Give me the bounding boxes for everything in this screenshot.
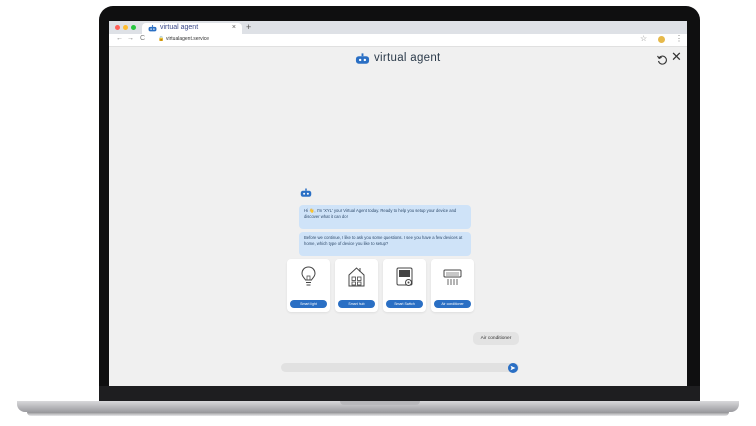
close-icon[interactable]: ✕ xyxy=(671,49,682,65)
lightbulb-icon xyxy=(301,266,316,286)
laptop-screen: virtual agent × + ← → C 🔒 virtualagent.s… xyxy=(109,21,687,386)
reset-icon[interactable] xyxy=(657,55,667,65)
smart-switch-icon xyxy=(396,267,413,286)
device-options: Smart light Smart hub Smart Switch Air c… xyxy=(287,259,479,313)
chat-input[interactable] xyxy=(281,363,519,372)
laptop-notch xyxy=(340,401,420,405)
close-window-dot[interactable] xyxy=(115,25,120,30)
robot-icon xyxy=(148,25,157,32)
user-message: Air conditioner xyxy=(473,332,519,345)
option-card-smart-switch[interactable]: Smart Switch xyxy=(383,259,426,312)
bot-message: Hi 👋, I'm 'XYL' your Virtual Agent today… xyxy=(299,205,471,229)
air-conditioner-icon xyxy=(443,269,462,285)
bot-message: Before we continue, I like to ask you so… xyxy=(299,232,471,256)
browser-tab-bar: virtual agent × + xyxy=(109,21,687,34)
bot-avatar-icon xyxy=(300,188,312,197)
select-smart-switch-button[interactable]: Smart Switch xyxy=(386,300,423,308)
laptop-chin xyxy=(99,386,700,401)
forward-arrow-icon[interactable]: → xyxy=(127,35,134,42)
tab-title: virtual agent xyxy=(160,24,199,31)
select-air-conditioner-button[interactable]: Air conditioner xyxy=(434,300,471,308)
browser-menu-icon[interactable]: ⋮ xyxy=(675,34,683,43)
browser-tab[interactable]: virtual agent × xyxy=(142,23,242,34)
tab-close-icon[interactable]: × xyxy=(232,24,236,31)
back-arrow-icon[interactable]: ← xyxy=(116,35,123,42)
app-title: virtual agent xyxy=(374,52,441,64)
robot-logo-icon xyxy=(355,53,370,64)
reload-icon[interactable]: C xyxy=(140,35,145,42)
smart-hub-icon xyxy=(348,267,365,287)
url-field[interactable]: virtualagent.service xyxy=(166,36,209,42)
profile-avatar[interactable] xyxy=(658,36,665,43)
select-smart-hub-button[interactable]: Smart hub xyxy=(338,300,375,308)
laptop-base-shadow xyxy=(27,412,729,416)
select-smart-light-button[interactable]: Smart light xyxy=(290,300,327,308)
send-button[interactable] xyxy=(508,363,518,373)
send-arrow-icon xyxy=(510,365,516,371)
new-tab-button[interactable]: + xyxy=(246,22,251,32)
bookmark-star-icon[interactable]: ☆ xyxy=(640,34,647,43)
lock-icon: 🔒 xyxy=(158,36,165,42)
option-card-air-conditioner[interactable]: Air conditioner xyxy=(431,259,474,312)
option-card-smart-light[interactable]: Smart light xyxy=(287,259,330,312)
minimize-window-dot[interactable] xyxy=(123,25,128,30)
option-card-smart-hub[interactable]: Smart hub xyxy=(335,259,378,312)
maximize-window-dot[interactable] xyxy=(131,25,136,30)
app-header: virtual agent ✕ xyxy=(109,46,687,76)
